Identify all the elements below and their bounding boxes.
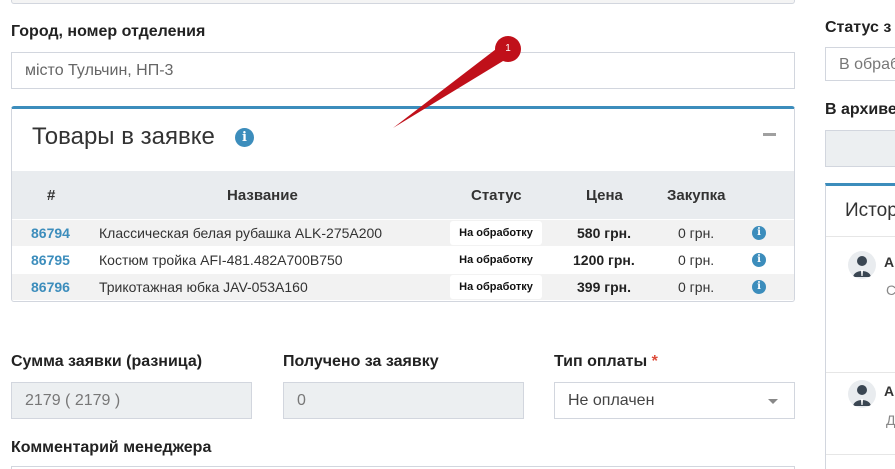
annotation-badge: 1 [495, 36, 521, 62]
annotation-arrow [393, 46, 508, 128]
